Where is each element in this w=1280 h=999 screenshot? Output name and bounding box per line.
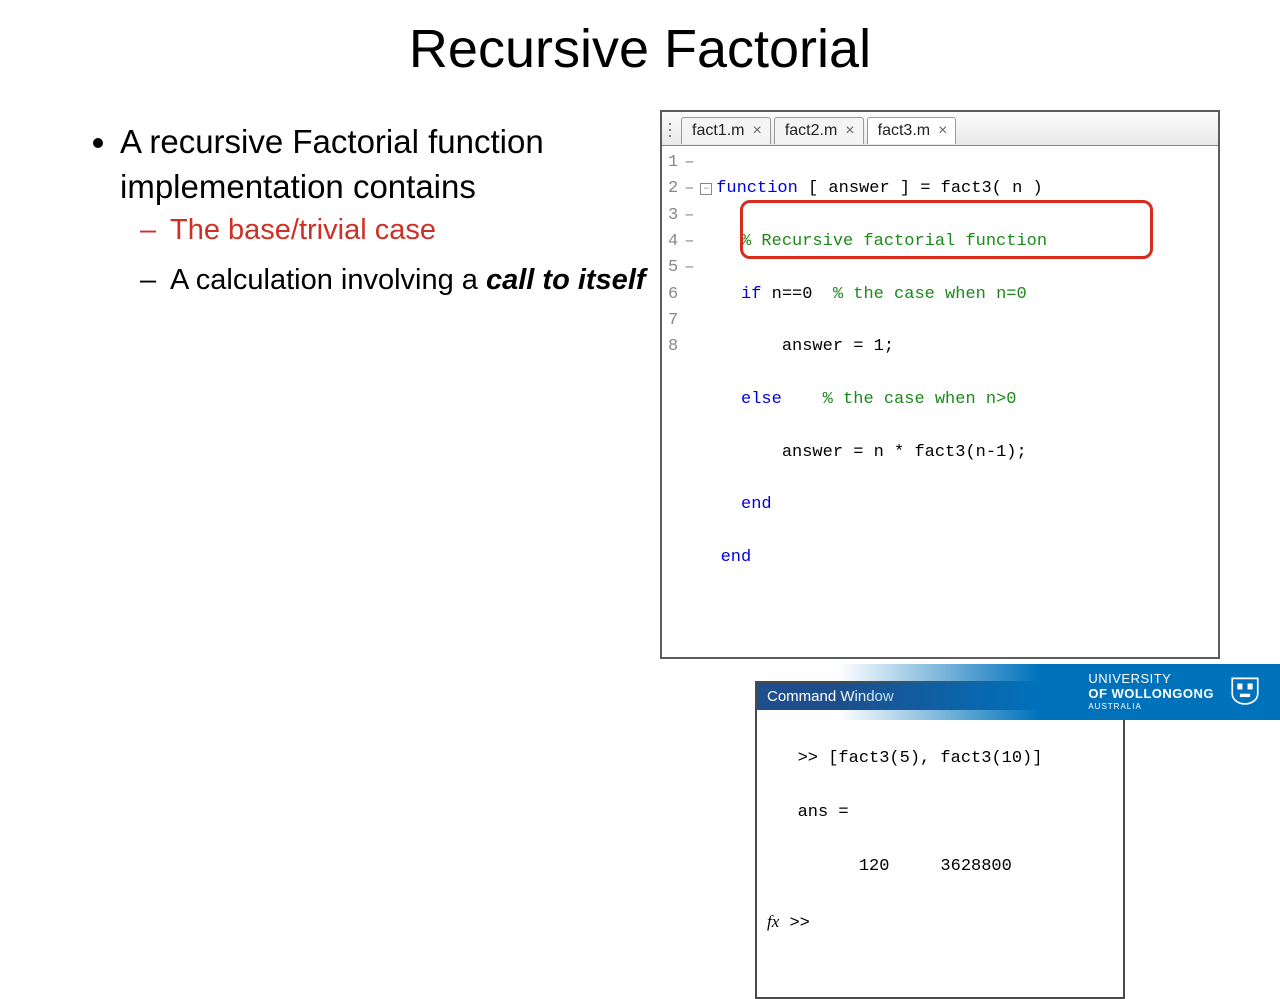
breakpoint-gutter: – – – – – — [684, 150, 700, 651]
bullet-base-case: The base/trivial case — [170, 209, 650, 253]
uow-line1: UNIVERSITY — [1088, 672, 1214, 686]
tab-label: fact3.m — [878, 122, 930, 140]
tab-fact1[interactable]: fact1.m × — [681, 117, 771, 144]
right-column: fact1.m × fact2.m × fact3.m × 1 2 3 4 — [650, 110, 1240, 999]
kw-if: if — [741, 285, 761, 304]
code-body[interactable]: –function [ answer ] = fact3( n ) % Recu… — [700, 150, 1047, 651]
grip-icon — [668, 122, 675, 140]
lnum: 2 — [668, 176, 678, 202]
lnum: 8 — [668, 334, 678, 360]
close-icon[interactable]: × — [845, 123, 854, 139]
footer: UNIVERSITY OF WOLLONGONG AUSTRALIA — [838, 664, 1280, 720]
editor-tab-bar: fact1.m × fact2.m × fact3.m × — [662, 112, 1218, 146]
fx-icon[interactable]: fx — [767, 912, 779, 931]
close-icon[interactable]: × — [752, 123, 761, 139]
bullet-main-text: A recursive Factorial function implement… — [120, 123, 544, 205]
tab-label: fact1.m — [692, 122, 744, 140]
lnum: 1 — [668, 150, 678, 176]
comment: % Recursive factorial function — [741, 232, 1047, 251]
tab-fact2[interactable]: fact2.m × — [774, 117, 864, 144]
editor-panel: fact1.m × fact2.m × fact3.m × 1 2 3 4 — [660, 110, 1220, 659]
tab-label: fact2.m — [785, 122, 837, 140]
bp: – — [684, 176, 694, 202]
code-sp — [782, 390, 823, 409]
footer-fade — [838, 664, 1038, 720]
close-icon[interactable]: × — [938, 123, 947, 139]
uow-crest-icon — [1228, 675, 1262, 709]
uow-line2: OF WOLLONGONG — [1088, 687, 1214, 701]
content-row: A recursive Factorial function implement… — [0, 80, 1280, 999]
fold-minus-icon[interactable]: – — [700, 183, 712, 195]
bullet-list: A recursive Factorial function implement… — [40, 110, 650, 999]
tab-fact3[interactable]: fact3.m × — [867, 117, 957, 144]
line-numbers: 1 2 3 4 5 6 7 8 — [668, 150, 684, 651]
lnum: 4 — [668, 229, 678, 255]
comment: % the case when n=0 — [833, 285, 1027, 304]
uow-text: UNIVERSITY OF WOLLONGONG AUSTRALIA — [1088, 672, 1214, 711]
cmd-line: ans = — [767, 799, 1113, 826]
lnum: 7 — [668, 308, 678, 334]
code-text: n==0 — [761, 285, 832, 304]
code-text: [ answer ] = fact3( n ) — [798, 179, 1043, 198]
uow-sub: AUSTRALIA — [1088, 703, 1214, 712]
lnum: 5 — [668, 255, 678, 281]
code-area: 1 2 3 4 5 6 7 8 – – – – – — [662, 146, 1218, 657]
bp: – — [684, 203, 694, 229]
kw-end: end — [721, 548, 752, 567]
kw-function: function — [716, 179, 798, 198]
cmd-line: >> [fact3(5), fact3(10)] — [767, 745, 1113, 772]
cmd-line: 120 3628800 — [767, 853, 1113, 880]
code-text: answer = 1; — [782, 337, 894, 356]
lnum: 3 — [668, 203, 678, 229]
comment: % the case when n>0 — [823, 390, 1017, 409]
cmd-prompt: fx >> — [767, 908, 1113, 937]
kw-end: end — [741, 495, 772, 514]
slide-title: Recursive Factorial — [0, 0, 1280, 80]
kw-else: else — [741, 390, 782, 409]
command-window-body[interactable]: >> [fact3(5), fact3(10)] ans = 120 36288… — [757, 710, 1123, 998]
bp: – — [684, 255, 694, 281]
bullet-main: A recursive Factorial function implement… — [120, 120, 650, 302]
lnum: 6 — [668, 282, 678, 308]
code-text: answer = n * fact3(n-1); — [782, 443, 1027, 462]
bullet-self-call-lead: A calculation involving a — [170, 264, 486, 296]
footer-brand: UNIVERSITY OF WOLLONGONG AUSTRALIA — [1038, 664, 1280, 720]
bp: – — [684, 150, 694, 176]
bp: – — [684, 229, 694, 255]
bullet-self-call-em: call to itself — [486, 264, 646, 296]
bullet-self-call: A calculation involving a call to itself — [170, 259, 650, 303]
command-window: Command Window >> [fact3(5), fact3(10)] … — [755, 681, 1125, 999]
